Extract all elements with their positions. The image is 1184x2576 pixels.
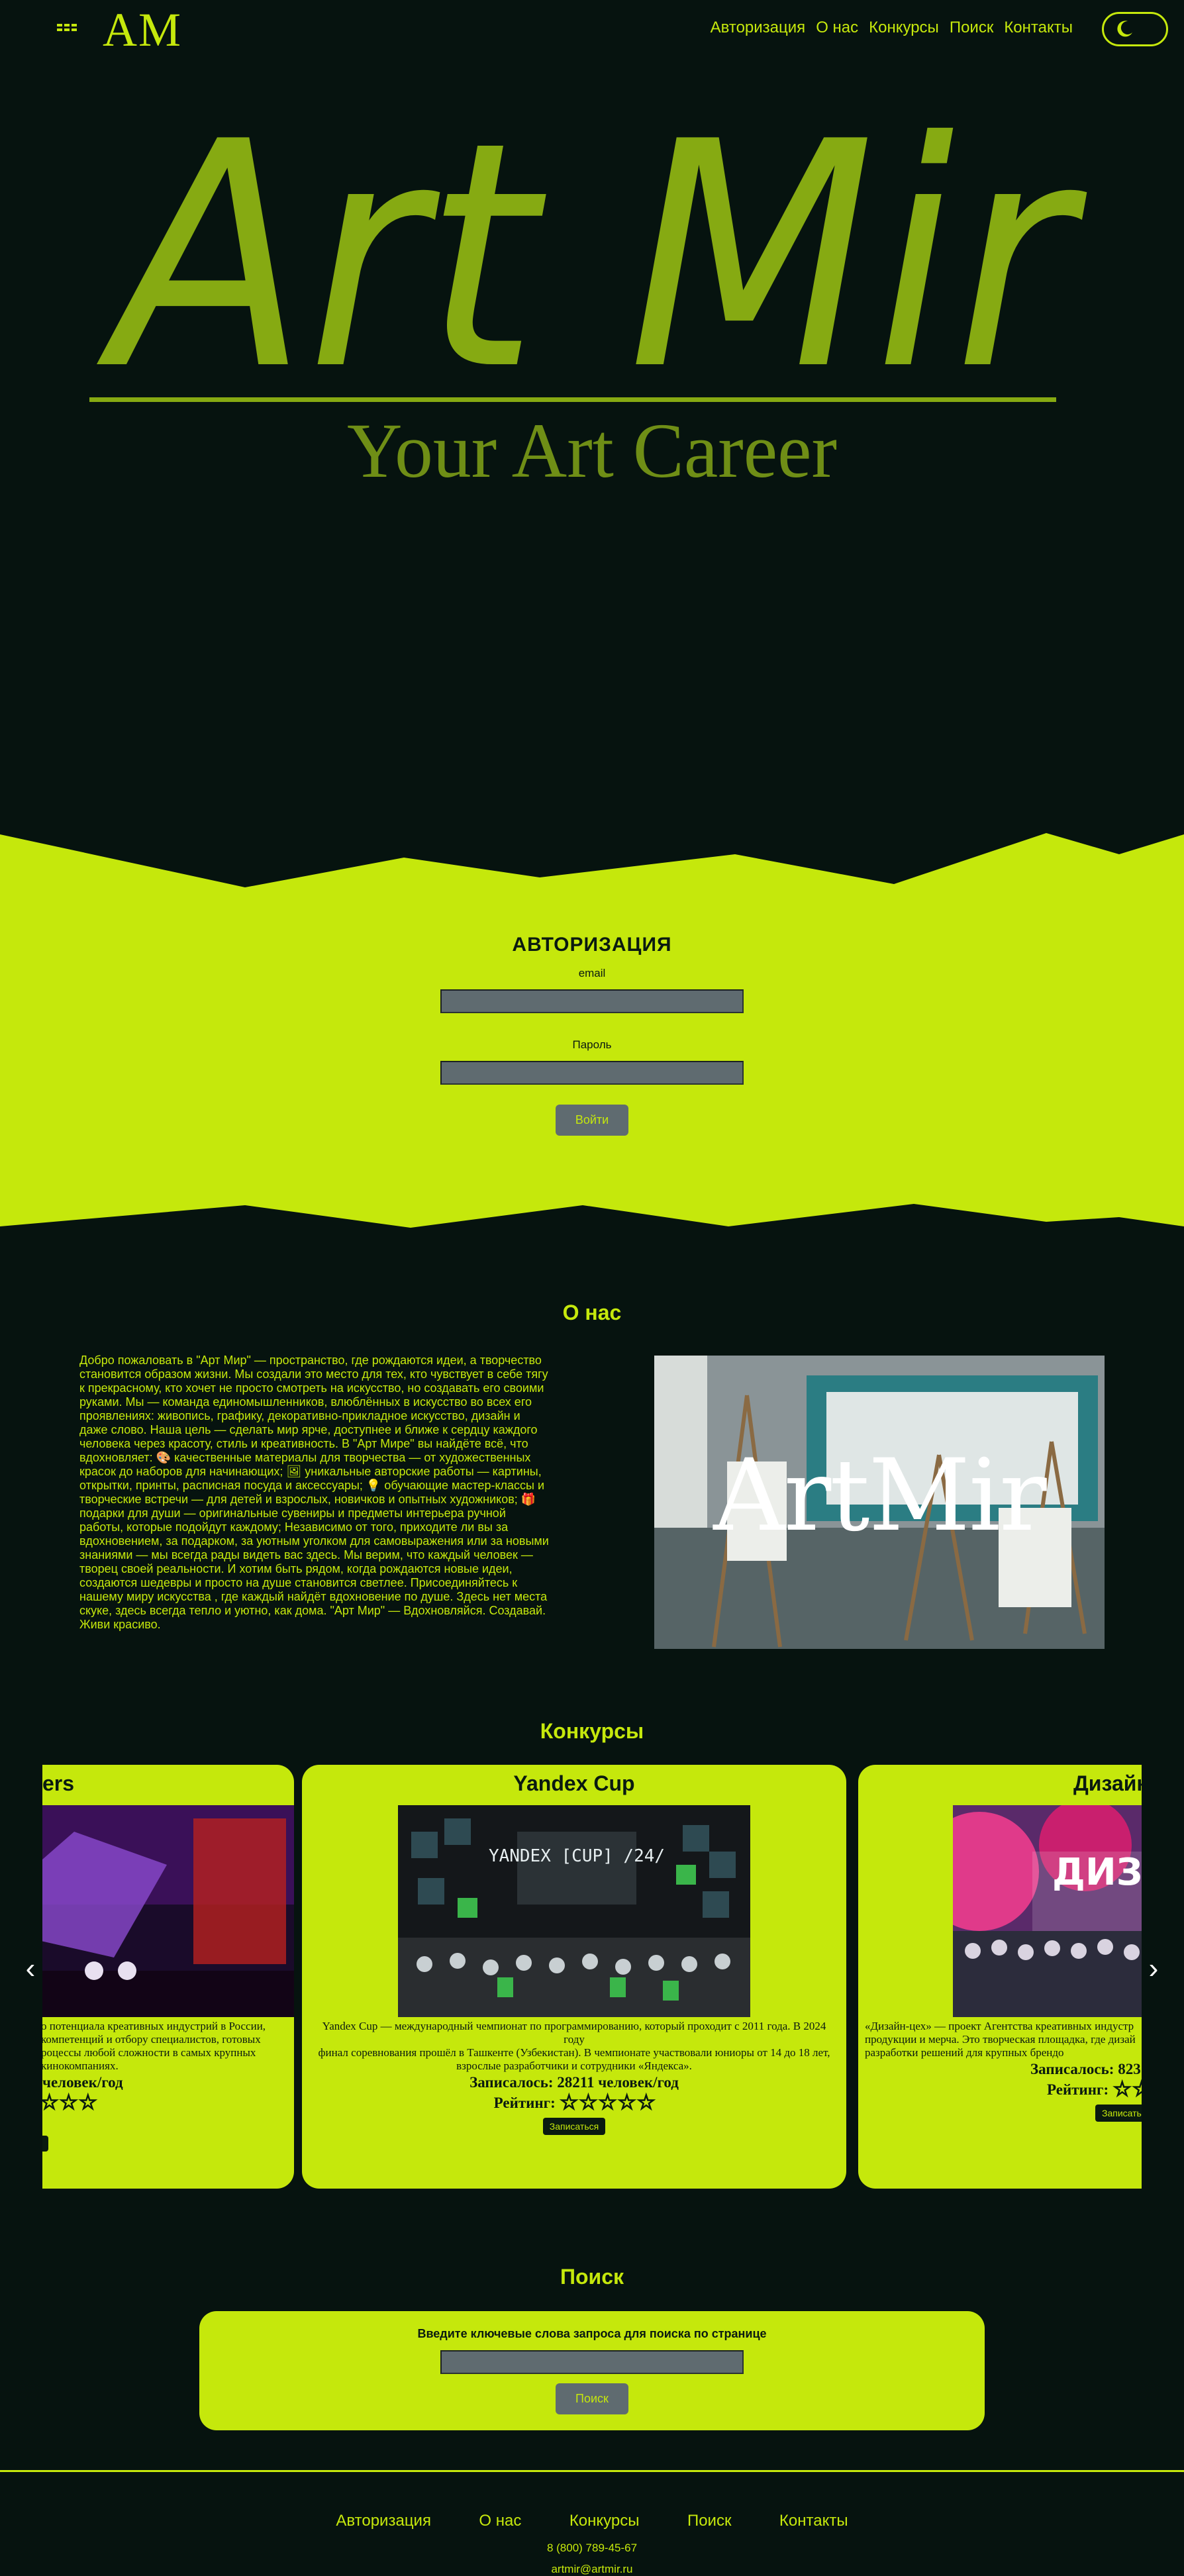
contest-rating: Рейтинг: ★ ★ ★ [858,2080,1142,2100]
about-text: Добро пожаловать в "Арт Мир" — пространс… [79,1354,549,1631]
about-image-caption: ArtMir [713,1438,1047,1554]
contest-desc-line: о потенциала креативных индустрий в Росс… [42,2020,266,2032]
rating-stars[interactable]: ★ ★ ★ ★ ★ [560,2093,655,2113]
star-icon[interactable]: ★ [599,2093,617,2113]
signup-button[interactable] [42,2136,48,2152]
star-icon[interactable]: ★ [560,2093,578,2113]
contests-carousel: ers о потенциала креативных индустрий в … [42,1765,1142,2189]
contest-card-title: ers [42,1771,75,1795]
hero-underline [89,397,1056,402]
contest-desc-line: финал соревнования прошёл в Ташкенте (Уз… [318,2046,830,2059]
footer-link-contacts[interactable]: Контакты [779,2512,848,2530]
contest-card: Yandex Cup YANDEX [CUP] /24/ Yandex Cup … [302,1765,846,2189]
signup-wrap: Записаться [858,2099,1142,2122]
contest-desc: «Дизайн-цех» — проект Агентства креативн… [858,2020,1142,2059]
contest-photo [42,1805,294,2017]
footer-link-auth[interactable]: Авторизация [336,2512,431,2530]
moon-icon [1117,21,1132,37]
contest-desc: Yandex Cup — международный чемпионат по … [316,2020,832,2073]
email-label: email [578,967,606,979]
star-icon[interactable]: ★ [579,2093,597,2113]
contest-photo-text: ДИЗАЙ ЦЕХ [1052,1850,1142,1894]
hero-title: Art Mir [94,99,1089,438]
carousel-next-button[interactable]: › [1140,1952,1167,1985]
contest-card: Дизайн ДИЗАЙ ЦЕХ «Дизайн-цех» — проект А… [858,1765,1142,2189]
contest-desc-line: «Дизайн-цех» — проект Агентства креативн… [865,2020,1134,2032]
email-field[interactable] [440,989,744,1013]
contest-card-title: Дизайн [1073,1771,1142,1795]
site-header: AM Авторизация О нас Конкурсы Поиск Конт… [0,0,1184,60]
contest-desc-line: кинокомпаниях. [42,2059,119,2072]
carousel-prev-button[interactable]: ‹ [17,1952,44,1985]
footer-divider [0,2470,1184,2472]
contest-photo-text: YANDEX [CUP] /24/ [489,1846,665,1866]
theme-toggle[interactable] [1102,12,1168,46]
search-panel: Введите ключевые слова запроса для поиск… [199,2311,985,2430]
nav-link-search[interactable]: Поиск [950,19,994,37]
star-icon[interactable]: ★ [1132,2080,1142,2100]
footer-nav: Авторизация О нас Конкурсы Поиск Контакт… [0,2512,1184,2530]
contest-photo-image: ДИЗАЙ ЦЕХ [953,1805,1142,2017]
nav-link-contacts[interactable]: Контакты [1004,19,1073,37]
rating-stars[interactable]: ★ ★ ★ [42,2093,97,2113]
contest-photo-image [42,1805,294,2017]
contest-desc-line: роцессы любой сложности в самых крупных [42,2046,256,2059]
signup-button[interactable]: Записаться [1095,2105,1142,2122]
rating-label: Рейтинг: [1047,2081,1109,2098]
search-title: Поиск [560,2265,624,2289]
star-icon[interactable]: ★ [60,2093,77,2113]
top-nav: Авторизация О нас Конкурсы Поиск Контакт… [711,19,1073,37]
nav-link-auth[interactable]: Авторизация [711,19,806,37]
menu-icon-bar [57,24,77,26]
search-label: Введите ключевые слова запроса для поиск… [417,2327,767,2340]
password-field[interactable] [440,1061,744,1085]
nav-link-about[interactable]: О нас [816,19,858,37]
star-icon[interactable]: ★ [618,2093,636,2113]
contest-desc-line: Yandex Cup — международный чемпионат по … [322,2020,826,2046]
login-button[interactable]: Войти [555,1105,629,1136]
contest-photo: YANDEX [CUP] /24/ [398,1805,750,2017]
password-label: Пароль [572,1038,612,1051]
contest-stat: Записалось: 28211 человек/год [469,2074,679,2091]
menu-icon-bar [57,28,77,31]
contest-desc-line: разработки решений для крупных брендо [865,2046,1064,2059]
contests-title: Конкурсы [540,1719,644,1743]
contest-stat: человек/год [42,2074,123,2091]
star-icon[interactable]: ★ [42,2093,58,2113]
site-logo[interactable]: AM [103,3,182,58]
about-title: О нас [562,1301,622,1324]
auth-title: АВТОРИЗАЦИЯ [512,934,672,956]
contest-desc-line: взрослые разработчики и сотрудники «Янде… [456,2059,692,2072]
rating-stars[interactable]: ★ ★ ★ [1113,2080,1142,2100]
menu-icon[interactable] [57,24,77,33]
star-icon[interactable]: ★ [1113,2080,1131,2100]
footer-link-contests[interactable]: Конкурсы [569,2512,640,2530]
footer-phone[interactable]: 8 (800) 789-45-67 [0,2542,1184,2555]
about-image: ArtMir [654,1356,1105,1649]
contest-photo-image: YANDEX [CUP] /24/ [398,1805,750,2017]
hero-banner: Art Mir Your Art Career [89,99,1089,494]
contest-desc-line: компетенций и отбору специалистов, готов… [42,2033,261,2046]
contest-stat: Записалось: 8237 [1030,2061,1142,2077]
contest-rating: Рейтинг: ★ ★ ★ ★ ★ [302,2093,846,2113]
footer-link-about[interactable]: О нас [479,2512,521,2530]
search-input[interactable] [440,2350,744,2374]
contest-rating: ★ ★ ★ [42,2093,294,2113]
star-icon[interactable]: ★ [637,2093,655,2113]
footer-email[interactable]: artmir@artmir.ru [0,2563,1184,2576]
contest-card: ers о потенциала креативных индустрий в … [42,1765,294,2189]
hero-subtitle: Your Art Career [347,407,837,494]
search-button[interactable]: Поиск [556,2383,628,2414]
signup-button[interactable]: Записаться [542,2118,606,2135]
contest-photo: ДИЗАЙ ЦЕХ [953,1805,1142,2017]
contest-desc: о потенциала креативных индустрий в Росс… [42,2020,294,2073]
contest-card-title: Yandex Cup [513,1771,635,1795]
nav-link-contests[interactable]: Конкурсы [869,19,939,37]
rating-label: Рейтинг: [493,2095,556,2111]
auth-form: АВТОРИЗАЦИЯ email Пароль Войти [0,934,1184,1136]
contest-desc-line: продукции и мерча. Это творческая площад… [865,2033,1136,2046]
footer-link-search[interactable]: Поиск [687,2512,732,2530]
star-icon[interactable]: ★ [79,2093,97,2113]
